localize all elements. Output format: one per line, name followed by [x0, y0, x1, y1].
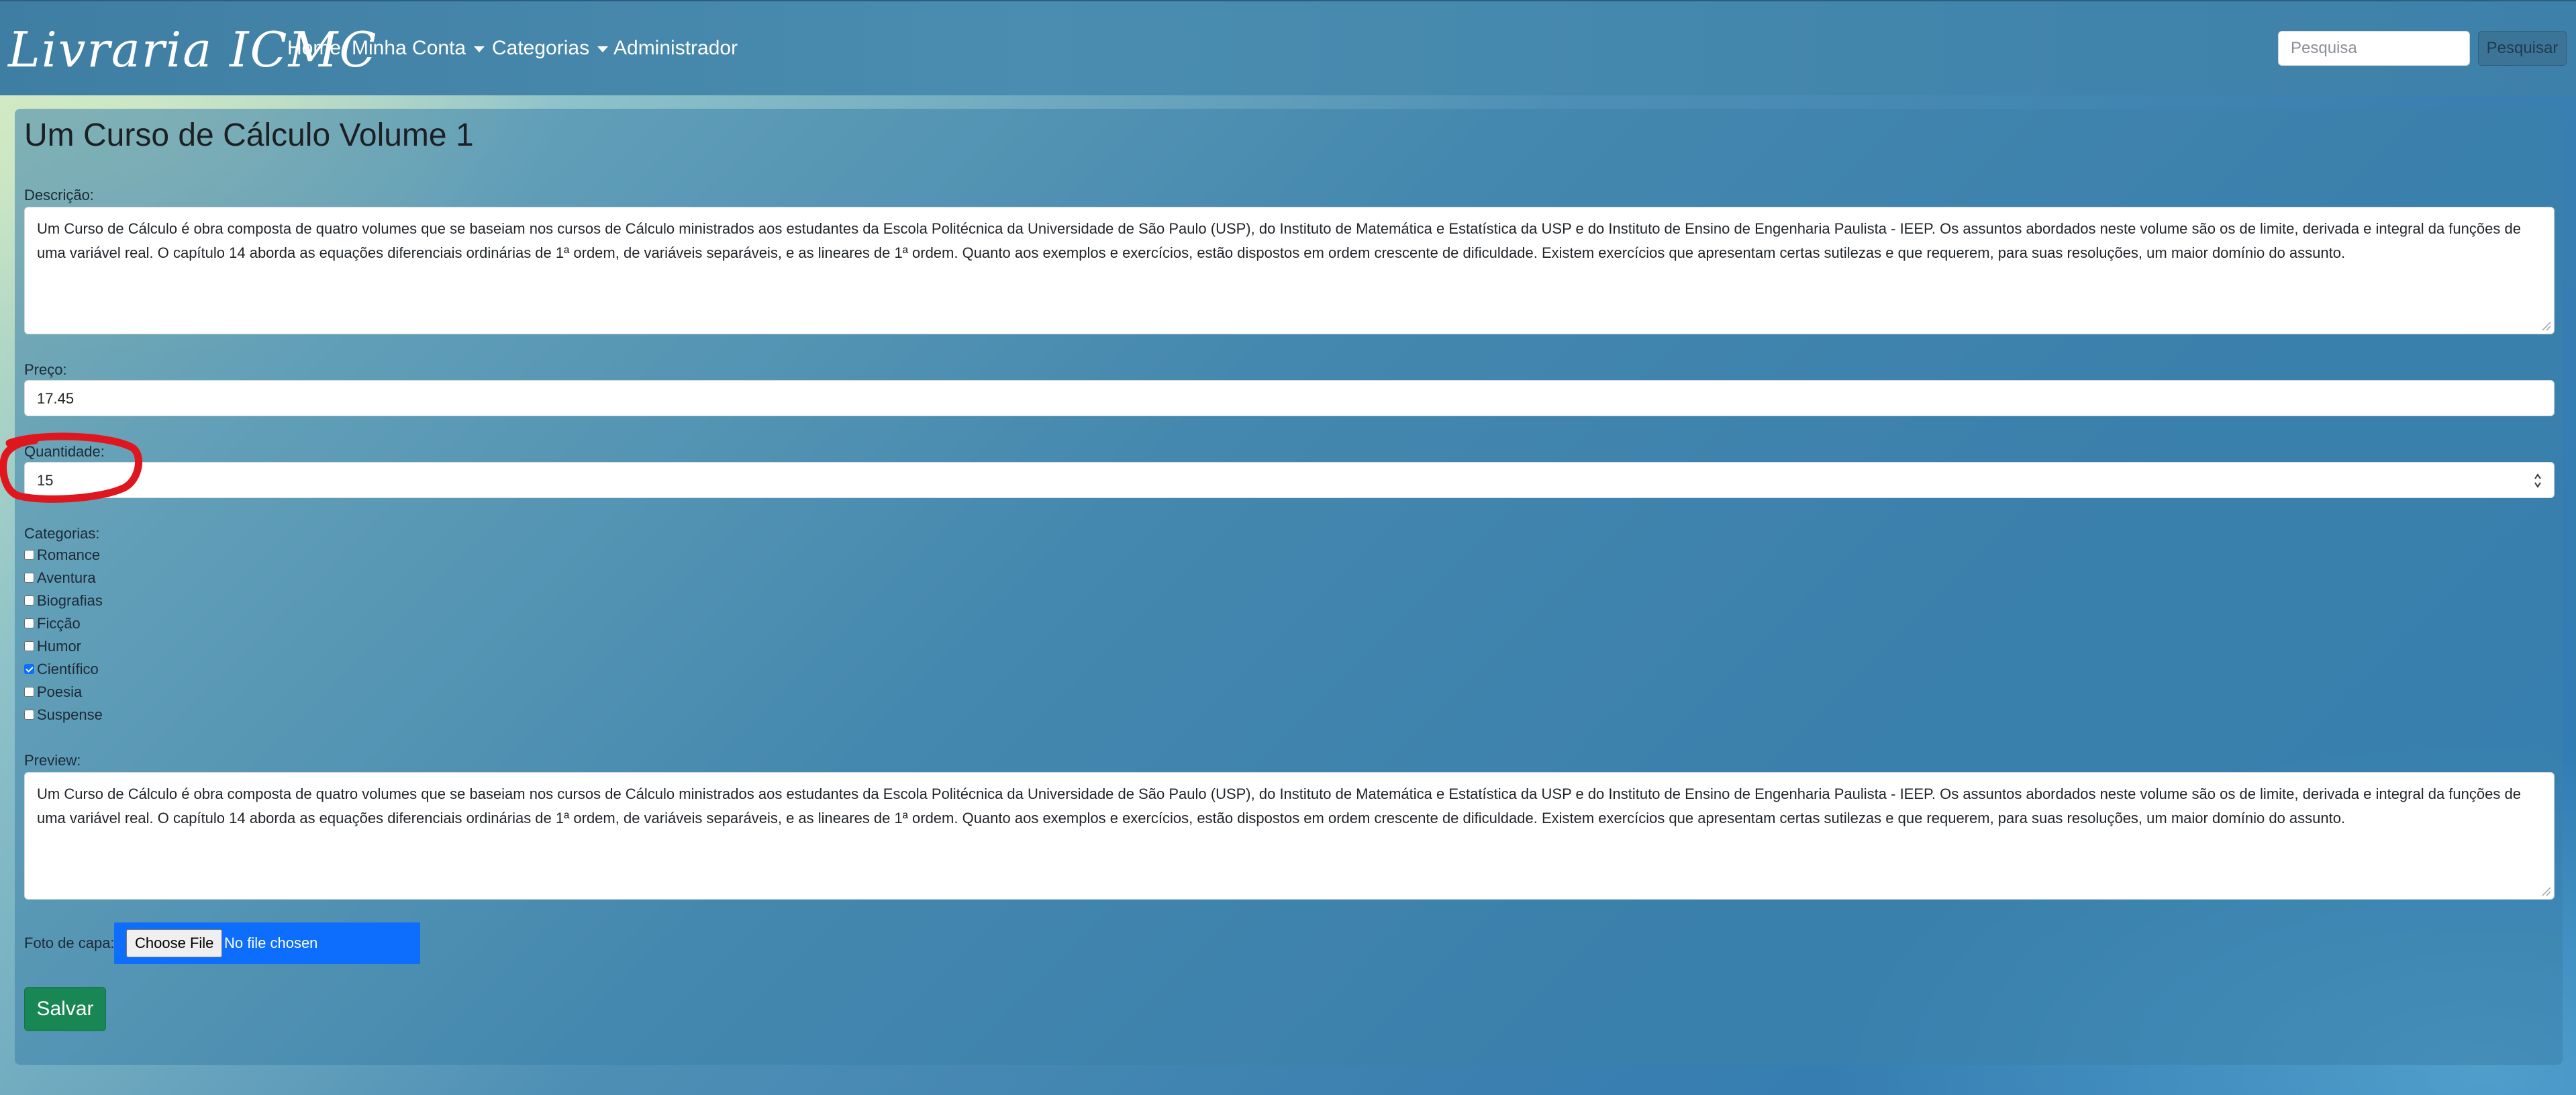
- categoria-label: Ficção: [37, 615, 81, 632]
- preview-text: Um Curso de Cálculo é obra composta de q…: [37, 785, 2521, 826]
- categoria-checkbox[interactable]: [24, 595, 34, 606]
- file-input[interactable]: Choose File No file chosen: [114, 922, 420, 964]
- descricao-text: Um Curso de Cálculo é obra composta de q…: [37, 220, 2521, 261]
- file-status: No file chosen: [224, 935, 318, 951]
- preco-input[interactable]: 17.45: [24, 380, 2555, 416]
- resize-grip-icon[interactable]: [2539, 319, 2551, 331]
- categoria-label: Poesia: [37, 683, 83, 700]
- categorias-label: Categorias:: [24, 525, 100, 542]
- categoria-item[interactable]: Romance: [24, 544, 100, 567]
- choose-file-button[interactable]: Choose File: [126, 929, 223, 957]
- resize-grip-icon[interactable]: [2539, 884, 2551, 896]
- annotation-circle: [0, 432, 143, 503]
- number-spinner-icon[interactable]: [2532, 471, 2543, 491]
- categoria-checkbox[interactable]: [24, 640, 34, 651]
- save-button[interactable]: Salvar: [24, 987, 106, 1031]
- categoria-item[interactable]: Poesia: [24, 681, 82, 704]
- categoria-item[interactable]: Aventura: [24, 567, 96, 589]
- categoria-item[interactable]: Humor: [24, 635, 81, 658]
- nav-administrador[interactable]: Administrador: [613, 34, 738, 63]
- categoria-checkbox[interactable]: [24, 663, 34, 674]
- descricao-textarea[interactable]: Um Curso de Cálculo é obra composta de q…: [24, 207, 2555, 334]
- categoria-label: Biografias: [37, 592, 103, 609]
- quantidade-input[interactable]: 15: [24, 462, 2555, 498]
- categoria-label: Humor: [37, 638, 82, 655]
- navbar: Livraria ICMC Home Minha Conta Categoria…: [0, 0, 2576, 95]
- nav-categorias[interactable]: Categorias: [492, 34, 609, 63]
- preview-textarea[interactable]: Um Curso de Cálculo é obra composta de q…: [24, 772, 2555, 900]
- caret-down-icon: [597, 46, 609, 52]
- categoria-label: Científico: [37, 661, 99, 677]
- preco-label: Preço:: [24, 361, 67, 378]
- search-input[interactable]: [2278, 31, 2470, 66]
- search-button[interactable]: Pesquisar: [2478, 31, 2567, 66]
- categoria-label: Aventura: [37, 569, 96, 586]
- nav-minha-conta[interactable]: Minha Conta: [352, 34, 485, 63]
- nav-home[interactable]: Home: [287, 34, 341, 63]
- categoria-checkbox[interactable]: [24, 618, 34, 628]
- nav-categorias-label: Categorias: [492, 37, 590, 59]
- categoria-checkbox[interactable]: [24, 686, 34, 697]
- categoria-label: Suspense: [37, 706, 103, 723]
- foto-label: Foto de capa:: [24, 935, 115, 951]
- categoria-checkbox[interactable]: [24, 709, 34, 720]
- categoria-label: Romance: [37, 546, 101, 563]
- categoria-item[interactable]: Ficção: [24, 612, 81, 635]
- categoria-item[interactable]: Suspense: [24, 704, 103, 726]
- nav-minha-conta-label: Minha Conta: [352, 37, 466, 59]
- page-title: Um Curso de Cálculo Volume 1: [24, 117, 474, 153]
- descricao-label: Descrição:: [24, 187, 94, 203]
- categoria-item[interactable]: Biografias: [24, 589, 103, 612]
- preview-label: Preview:: [24, 752, 81, 769]
- categoria-checkbox[interactable]: [24, 549, 34, 560]
- caret-down-icon: [474, 46, 485, 52]
- categoria-item[interactable]: Científico: [24, 658, 99, 681]
- categoria-checkbox[interactable]: [24, 572, 34, 583]
